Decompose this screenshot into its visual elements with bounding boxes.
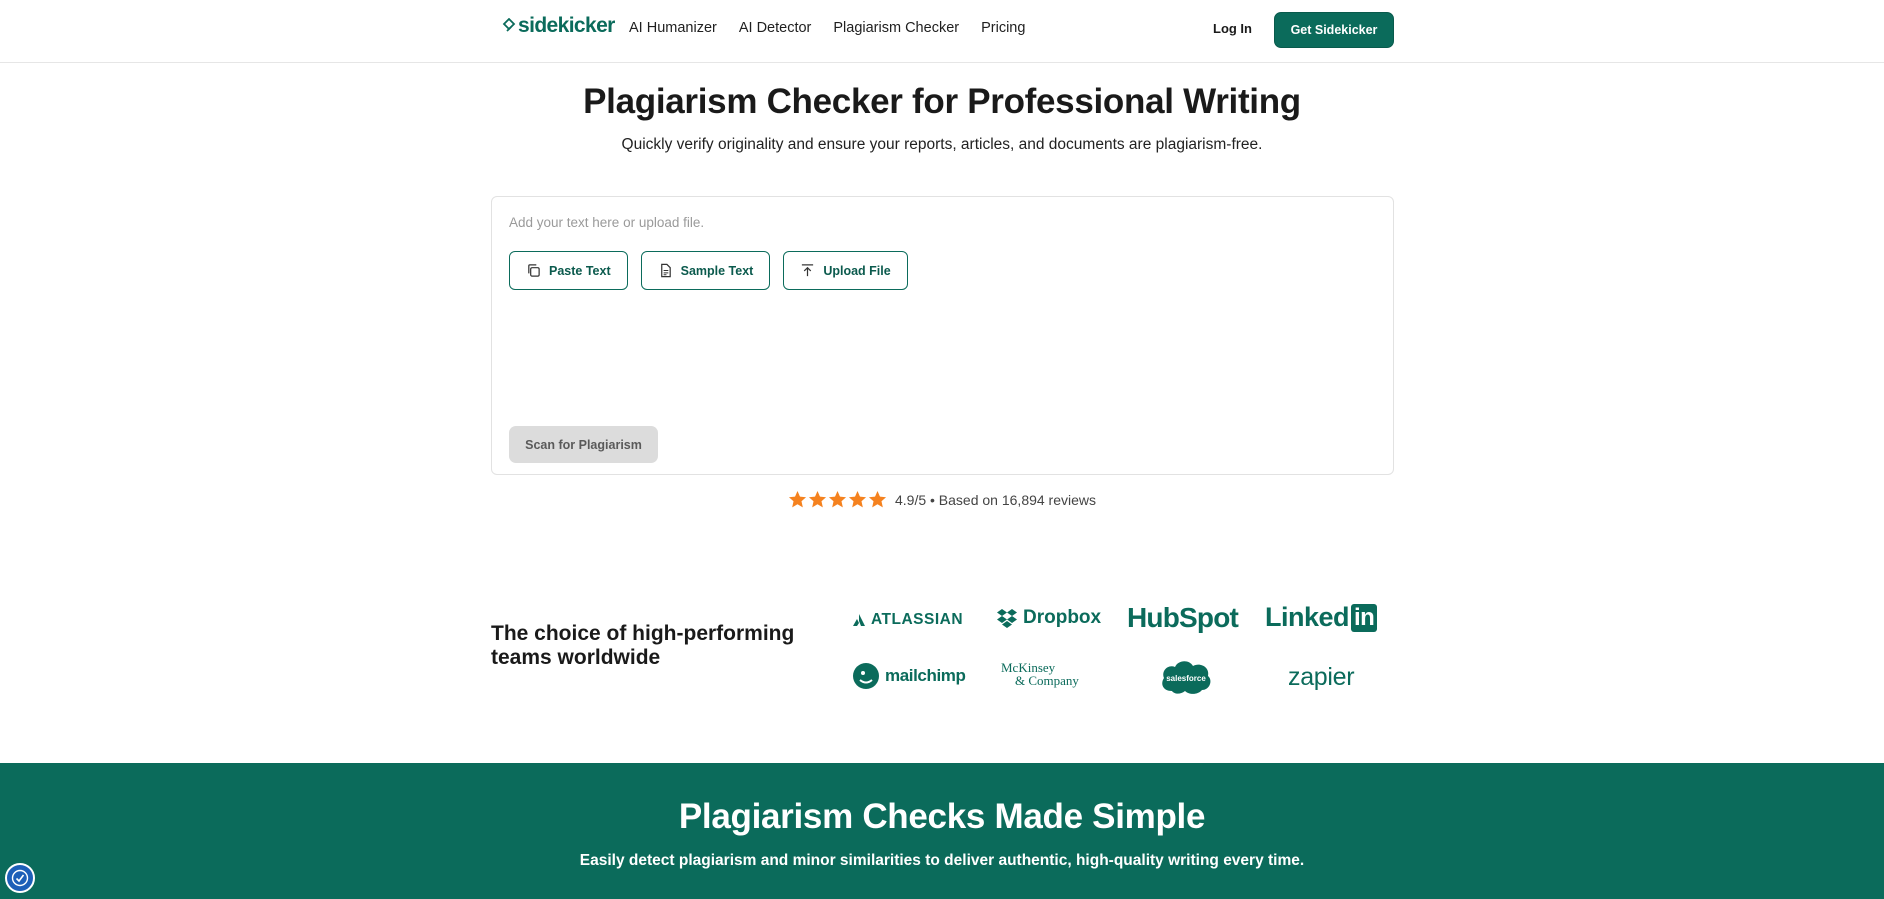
upload-file-button[interactable]: Upload File (783, 251, 908, 290)
paste-text-label: Paste Text (549, 263, 611, 278)
document-icon (660, 263, 671, 278)
nav-ai-humanizer[interactable]: AI Humanizer (629, 20, 717, 36)
copy-icon (528, 264, 540, 277)
dropbox-icon (997, 609, 1017, 628)
salesforce-cloud-icon: salesforce (1162, 661, 1211, 694)
trust-title: The choice of high-performing teams worl… (491, 622, 795, 669)
text-editor[interactable]: Add your text here or upload file. Paste… (491, 196, 1394, 475)
sample-text-label: Sample Text (680, 263, 754, 278)
sample-text-button[interactable]: Sample Text (640, 251, 771, 290)
atlassian-logo: ATLASSIAN (852, 611, 963, 629)
star-icon (788, 490, 807, 508)
editor-actions: Paste Text Sample Text Upload File (509, 251, 908, 290)
rating-text: 4.9/5 • Based on 16,894 reviews (894, 491, 1097, 508)
upload-icon (802, 264, 814, 277)
features-title: Plagiarism Checks Made Simple (678, 797, 1206, 836)
accessibility-icon (11, 869, 29, 887)
rating-row: 4.9/5 • Based on 16,894 reviews (0, 490, 1884, 509)
atlassian-icon (853, 614, 865, 626)
features-subtitle: Easily detect plagiarism and minor simil… (579, 852, 1305, 869)
salesforce-logo: salesforce (1158, 657, 1214, 697)
accessibility-button[interactable] (5, 863, 35, 893)
main-nav: AI Humanizer AI Detector Plagiarism Chec… (629, 20, 1047, 36)
star-icon (848, 490, 867, 508)
editor-placeholder[interactable]: Add your text here or upload file. (509, 215, 704, 230)
get-sidekicker-button[interactable]: Get Sidekicker (1274, 12, 1394, 48)
hubspot-logo: HubSpot (1127, 602, 1239, 633)
nav-ai-detector[interactable]: AI Detector (739, 20, 812, 36)
features-section: Plagiarism Checks Made Simple Easily det… (0, 763, 1884, 899)
salesforce-text: salesforce (1166, 674, 1206, 683)
login-link[interactable]: Log In (1213, 21, 1252, 36)
dropbox-logo: Dropbox (996, 607, 1101, 629)
scan-for-plagiarism-button[interactable]: Scan for Plagiarism (509, 426, 658, 463)
page-title: Plagiarism Checker for Professional Writ… (583, 82, 1301, 121)
linkedin-logo: Linked in (1265, 602, 1378, 633)
linkedin-in-badge: in (1351, 603, 1378, 632)
zapier-logo: zapier (1288, 663, 1355, 691)
star-rating (788, 490, 887, 509)
mailchimp-logo: mailchimp (852, 661, 966, 691)
logo-text: sidekicker (518, 14, 615, 37)
mailchimp-icon (853, 663, 879, 689)
nav-pricing[interactable]: Pricing (981, 20, 1025, 36)
star-icon (808, 490, 827, 508)
star-icon (868, 490, 887, 508)
logo-icon (502, 18, 516, 32)
upload-file-label: Upload File (823, 263, 891, 278)
nav-plagiarism-checker[interactable]: Plagiarism Checker (833, 20, 959, 36)
mckinsey-logo: McKinsey & Company (1001, 660, 1079, 688)
site-header: sidekicker AI Humanizer AI Detector Plag… (0, 0, 1884, 63)
customer-logos: ATLASSIAN Dropbox HubSpot Linked in mail… (845, 601, 1395, 701)
star-icon (828, 490, 847, 508)
logo[interactable]: sidekicker (502, 14, 615, 38)
paste-text-button[interactable]: Paste Text (509, 251, 628, 290)
page-subtitle: Quickly verify originality and ensure yo… (621, 136, 1263, 153)
